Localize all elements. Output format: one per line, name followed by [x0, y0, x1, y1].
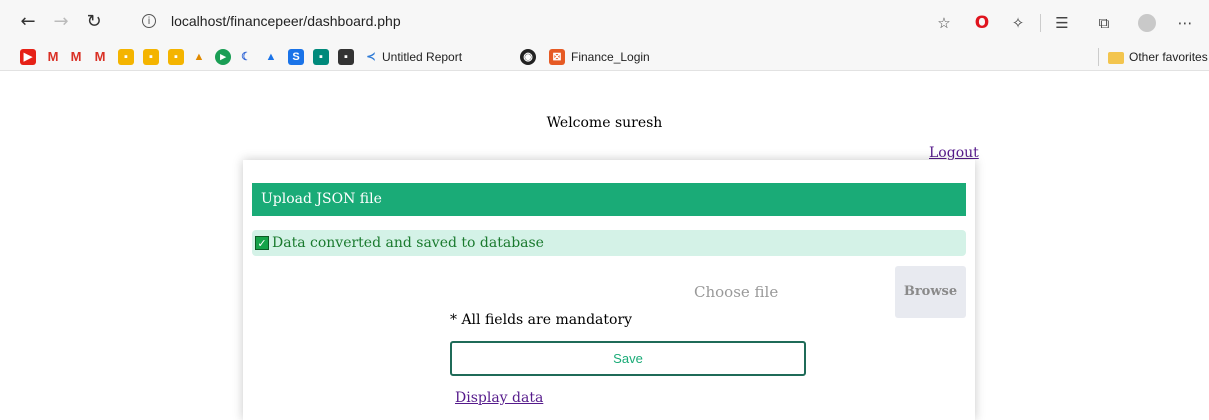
- bookmark-other-favorites[interactable]: Other favorites: [1129, 50, 1208, 64]
- gmail-icon[interactable]: M: [68, 49, 84, 65]
- display-data-link[interactable]: Display data: [455, 390, 543, 406]
- choose-file-label[interactable]: Choose file: [694, 283, 778, 301]
- mandatory-note: * All fields are mandatory: [450, 312, 633, 328]
- logout-link[interactable]: Logout: [929, 145, 979, 161]
- checkmark-icon: ✓: [255, 236, 269, 250]
- meet-icon[interactable]: ▪: [313, 49, 329, 65]
- play-icon[interactable]: ▸: [215, 49, 231, 65]
- collections-icon[interactable]: ⧉: [1094, 13, 1114, 33]
- browse-button[interactable]: Browse: [895, 266, 966, 318]
- favorites-icon[interactable]: ☰: [1052, 13, 1072, 33]
- bookmarks-divider: [1098, 48, 1099, 66]
- drive-icon[interactable]: ▲: [263, 49, 279, 65]
- opera-icon[interactable]: O: [972, 13, 992, 33]
- github-icon[interactable]: ◉: [520, 49, 536, 65]
- save-button[interactable]: Save: [450, 341, 806, 376]
- folder-icon[interactable]: [1108, 52, 1124, 64]
- back-arrow-icon[interactable]: ←: [18, 12, 38, 32]
- bookmark-finance-login[interactable]: Finance_Login: [571, 50, 650, 64]
- xampp-icon[interactable]: ⊠: [549, 49, 565, 65]
- classroom-icon[interactable]: ▪: [143, 49, 159, 65]
- add-favorite-icon[interactable]: ☆: [934, 13, 954, 33]
- gmail-icon[interactable]: M: [45, 49, 61, 65]
- forward-arrow-icon[interactable]: →: [51, 12, 71, 32]
- youtube-icon[interactable]: ▶: [20, 49, 36, 65]
- bookmark-untitled-report[interactable]: Untitled Report: [382, 50, 462, 64]
- card-header: Upload JSON file: [252, 183, 966, 216]
- toolbar-divider: [1040, 14, 1041, 32]
- url-text[interactable]: localhost/financepeer/dashboard.php: [171, 13, 401, 29]
- aws-icon[interactable]: ▪: [338, 49, 354, 65]
- classroom-icon[interactable]: ▪: [118, 49, 134, 65]
- welcome-message: Welcome suresh: [546, 115, 663, 131]
- gmail-icon[interactable]: M: [92, 49, 108, 65]
- docs-icon[interactable]: S: [288, 49, 304, 65]
- alert-text: Data converted and saved to database: [272, 235, 544, 251]
- success-alert: ✓ Data converted and saved to database: [252, 230, 966, 256]
- triangle-icon[interactable]: ▲: [191, 49, 207, 65]
- more-icon[interactable]: ⋯: [1175, 13, 1195, 33]
- classroom-icon[interactable]: ▪: [168, 49, 184, 65]
- profile-avatar[interactable]: [1138, 14, 1156, 32]
- report-icon[interactable]: ≺: [363, 49, 379, 65]
- extensions-icon[interactable]: ✧: [1008, 13, 1028, 33]
- moon-icon[interactable]: ☾: [238, 49, 254, 65]
- refresh-icon[interactable]: ↻: [84, 12, 104, 32]
- info-icon[interactable]: i: [142, 14, 156, 28]
